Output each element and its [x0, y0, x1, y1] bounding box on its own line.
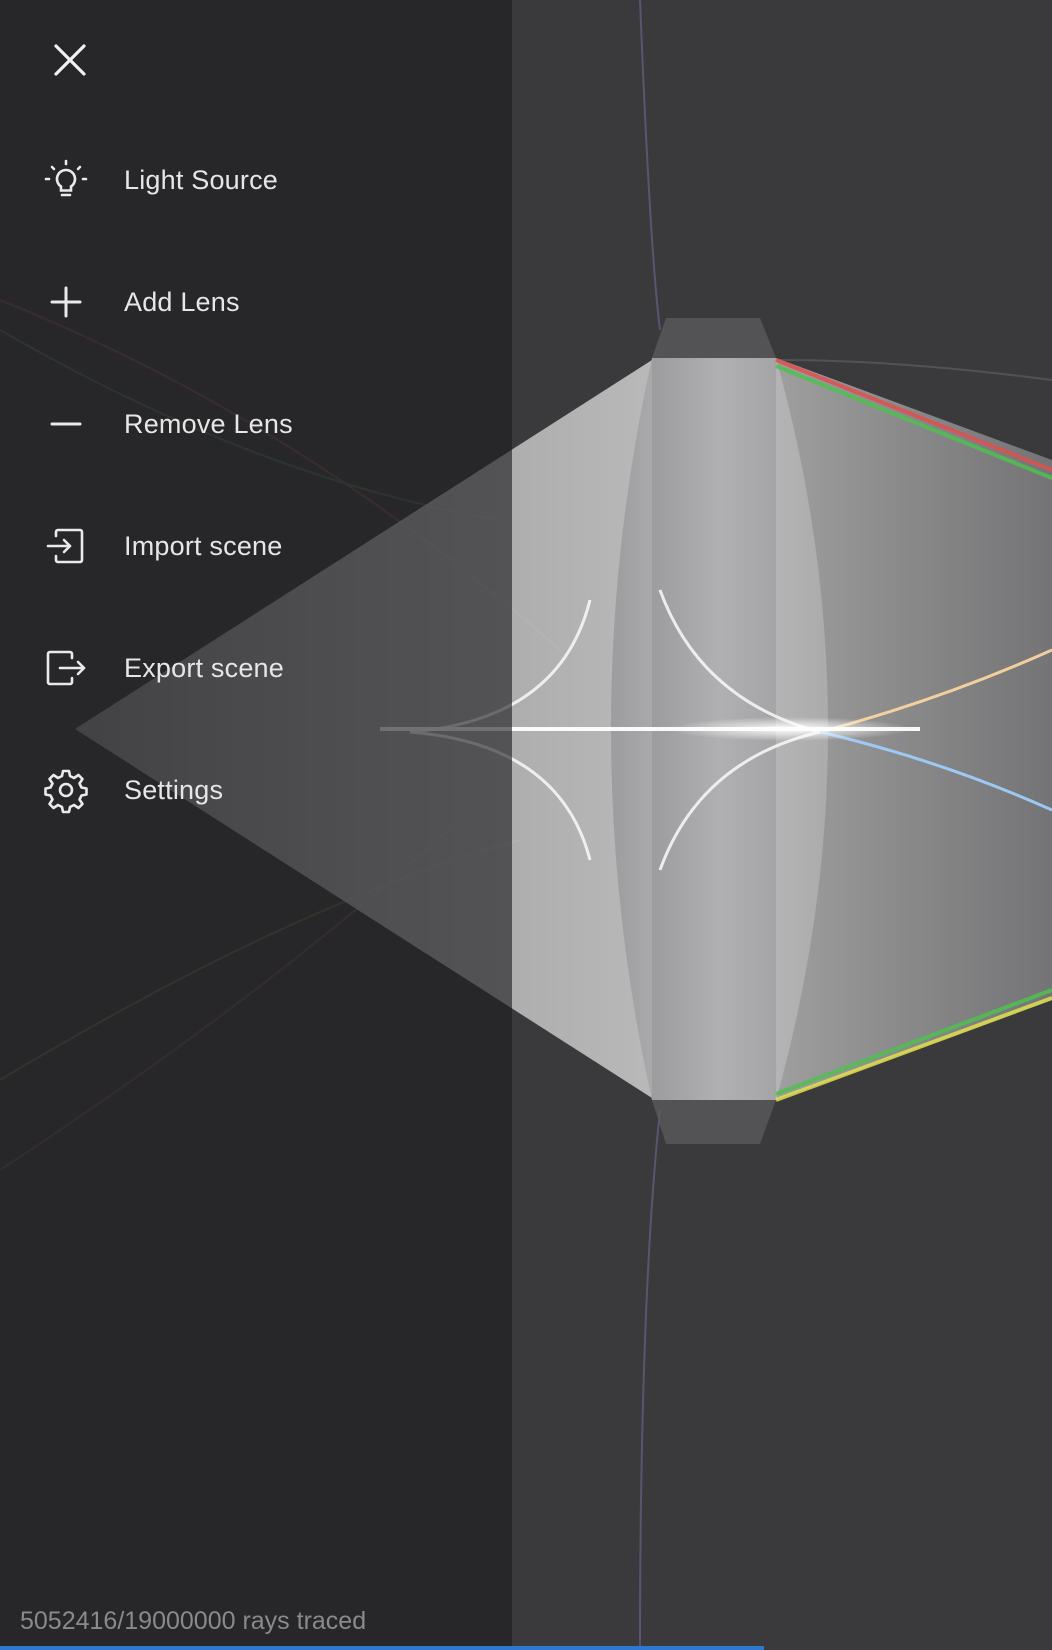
- menu-item-label: Settings: [124, 774, 224, 805]
- close-icon: [54, 44, 86, 76]
- minus-icon: [40, 398, 92, 450]
- menu-item-export-scene[interactable]: Export scene: [40, 636, 460, 700]
- plus-icon: [40, 276, 92, 328]
- menu-item-import-scene[interactable]: Import scene: [40, 514, 460, 578]
- trace-progress-fill: [0, 1646, 764, 1650]
- menu-item-light-source[interactable]: Light Source: [40, 148, 460, 212]
- menu-item-settings[interactable]: Settings: [40, 758, 460, 822]
- focal-glow: [670, 717, 910, 741]
- menu-item-label: Import scene: [124, 530, 283, 561]
- app-stage: Light Source Add Lens Remove Lens Import…: [0, 0, 1052, 1650]
- menu-item-label: Remove Lens: [124, 408, 293, 439]
- lightbulb-icon: [40, 154, 92, 206]
- gear-icon: [40, 764, 92, 816]
- export-icon: [40, 642, 92, 694]
- trace-progress-bar: [0, 1646, 1052, 1650]
- menu-item-label: Light Source: [124, 164, 278, 195]
- side-menu-drawer: Light Source Add Lens Remove Lens Import…: [0, 0, 512, 1650]
- import-icon: [40, 520, 92, 572]
- rays-traced-status: 5052416/19000000 rays traced: [20, 1607, 367, 1635]
- close-menu-button[interactable]: [44, 34, 96, 86]
- menu-item-label: Export scene: [124, 652, 284, 683]
- menu-item-remove-lens[interactable]: Remove Lens: [40, 392, 460, 456]
- menu-item-add-lens[interactable]: Add Lens: [40, 270, 460, 334]
- menu-item-label: Add Lens: [124, 286, 240, 317]
